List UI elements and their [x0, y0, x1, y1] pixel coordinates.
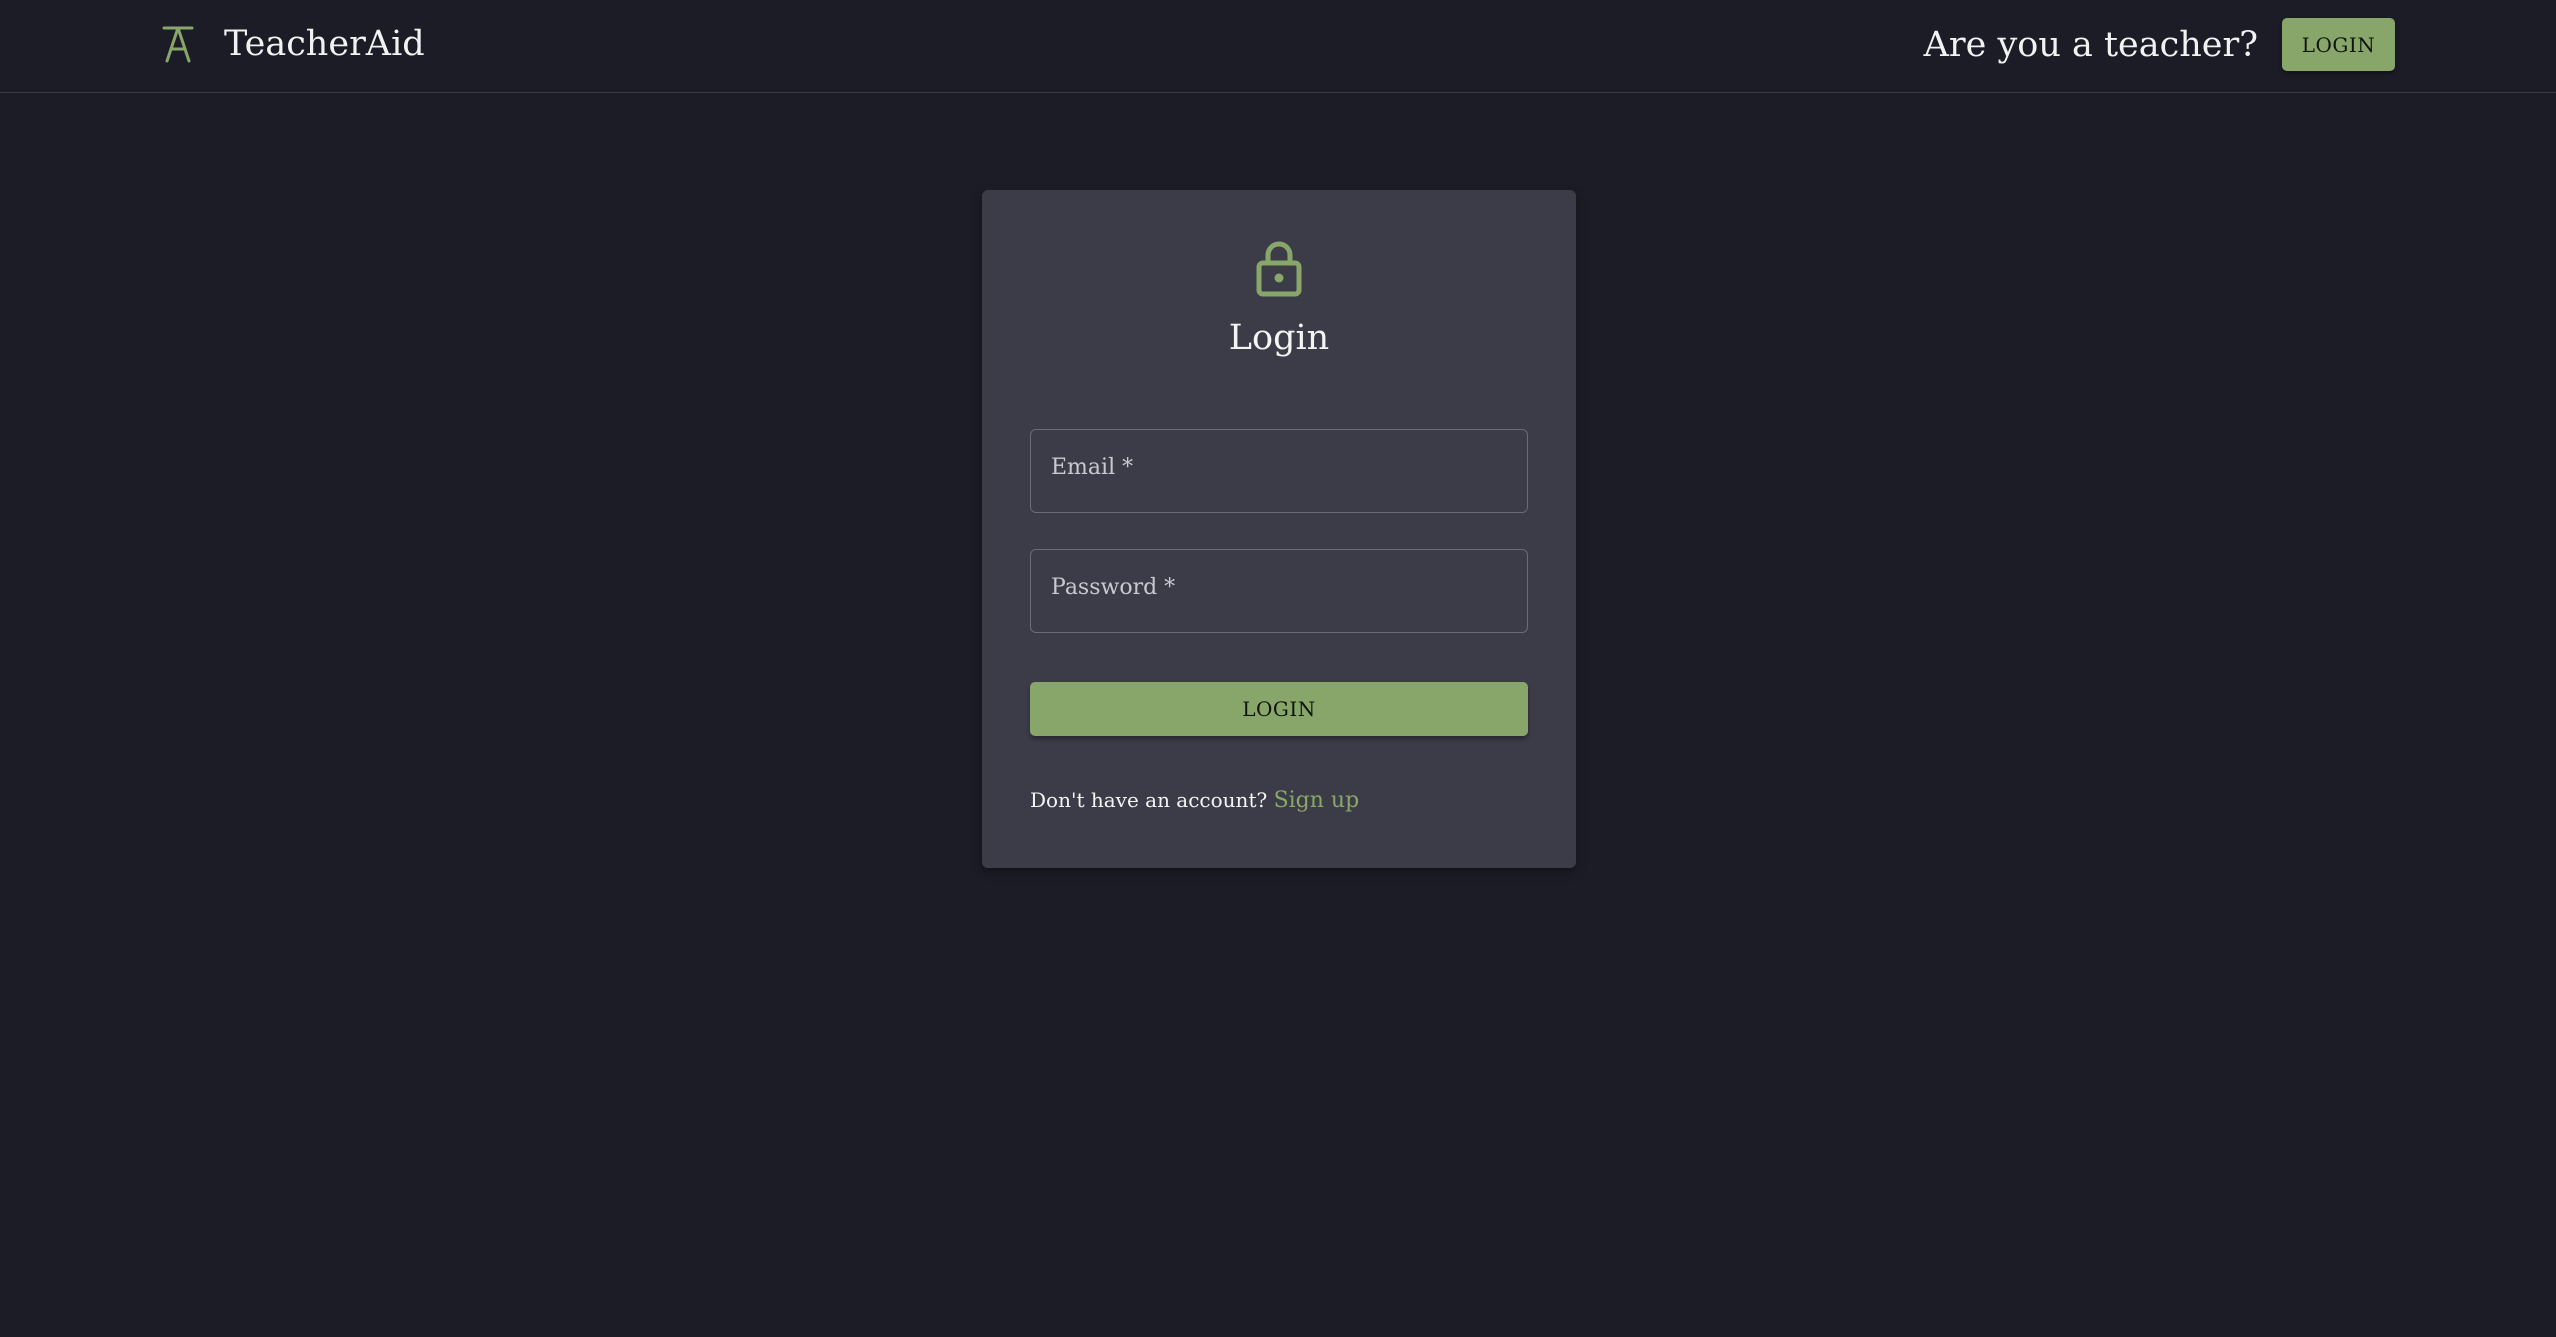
- signup-row: Don't have an account? Sign up: [1030, 788, 1359, 813]
- teacher-prompt: Are you a teacher?: [1923, 24, 2258, 65]
- header-login-button[interactable]: LOGIN: [2282, 18, 2395, 71]
- top-app-bar: TeacherAid Are you a teacher? LOGIN: [0, 0, 2556, 93]
- email-input[interactable]: [1031, 430, 1527, 512]
- signup-prompt: Don't have an account?: [1030, 788, 1268, 812]
- lock-icon: [1253, 238, 1305, 298]
- header-actions: Are you a teacher? LOGIN: [1924, 18, 2395, 71]
- teacheraid-logo-icon: [160, 23, 196, 65]
- password-input[interactable]: [1031, 550, 1527, 632]
- brand-name: TeacherAid: [224, 24, 425, 64]
- login-title: Login: [1228, 318, 1330, 358]
- login-card: Login Email * Password * LOGIN Don't hav…: [982, 190, 1576, 868]
- password-field[interactable]: Password *: [1030, 549, 1528, 633]
- email-field[interactable]: Email *: [1030, 429, 1528, 513]
- login-submit-button[interactable]: LOGIN: [1030, 682, 1528, 736]
- brand[interactable]: TeacherAid: [160, 20, 425, 68]
- signup-link[interactable]: Sign up: [1274, 788, 1360, 813]
